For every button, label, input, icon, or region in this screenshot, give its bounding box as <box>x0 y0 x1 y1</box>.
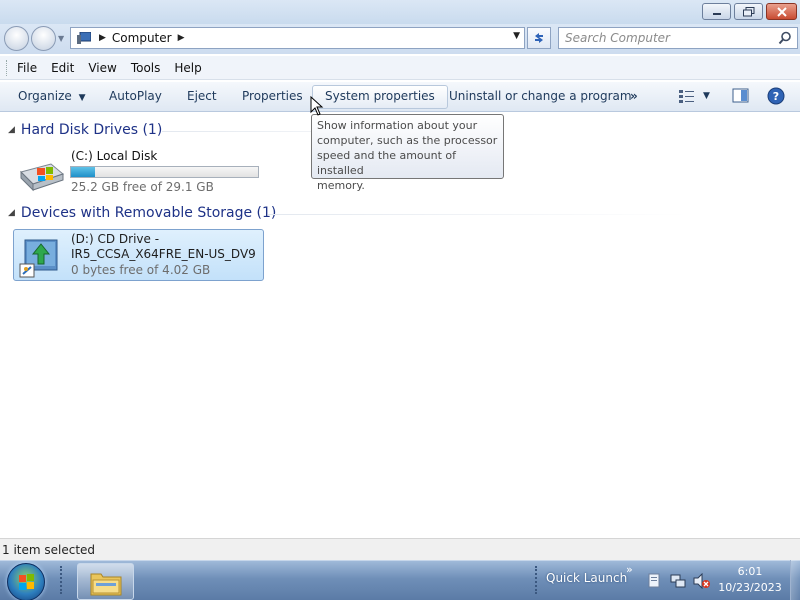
minimize-icon <box>712 12 721 15</box>
svg-text:?: ? <box>773 90 779 103</box>
system-clock[interactable]: 6:01 10/23/2023 <box>715 564 785 596</box>
chevron-down-icon: ▼ <box>78 93 86 103</box>
collapse-triangle-icon[interactable]: ◢ <box>8 208 15 218</box>
eject-button[interactable]: Eject <box>187 82 217 111</box>
group-header-label: Hard Disk Drives (1) <box>20 122 163 138</box>
preview-pane-icon[interactable] <box>732 88 750 104</box>
menu-view[interactable]: View <box>88 61 116 75</box>
address-dropdown-icon[interactable]: ▼ <box>513 31 520 41</box>
refresh-icon <box>535 33 543 43</box>
status-text: 1 item selected <box>2 543 96 557</box>
breadcrumb-computer[interactable]: Computer <box>112 31 172 45</box>
taskbar-grip[interactable] <box>535 566 539 594</box>
system-properties-button[interactable]: System properties <box>312 85 448 109</box>
menu-grip <box>6 59 9 76</box>
forward-button[interactable] <box>31 26 56 51</box>
menu-bar: File Edit View Tools Help <box>0 56 800 80</box>
drive-item-d[interactable]: (D:) CD Drive - IR5_CCSA_X64FRE_EN-US_DV… <box>13 229 264 281</box>
collapse-triangle-icon[interactable]: ◢ <box>8 125 15 135</box>
back-button[interactable] <box>4 26 29 51</box>
menu-tools[interactable]: Tools <box>131 61 161 75</box>
group-hard-disk-drives[interactable]: ◢ Hard Disk Drives (1) <box>8 122 162 138</box>
drive-name: (C:) Local Disk <box>71 149 158 163</box>
network-icon[interactable] <box>670 573 686 589</box>
search-icon[interactable] <box>778 31 792 45</box>
change-view-icon[interactable] <box>678 88 696 104</box>
system-properties-tooltip: Show information about your computer, su… <box>311 114 504 192</box>
recent-pages-dropdown[interactable]: ▼ <box>58 34 68 44</box>
computer-icon <box>77 32 91 44</box>
notification-document-icon[interactable] <box>647 573 661 589</box>
volume-muted-icon[interactable] <box>693 573 711 589</box>
group-divider <box>268 214 688 215</box>
menu-help[interactable]: Help <box>174 61 201 75</box>
help-icon[interactable]: ? <box>767 87 785 105</box>
properties-button[interactable]: Properties <box>242 82 303 111</box>
clock-time: 6:01 <box>737 565 763 578</box>
cd-drive-icon <box>19 239 58 278</box>
autoplay-button[interactable]: AutoPlay <box>109 82 162 111</box>
group-removable-storage[interactable]: ◢ Devices with Removable Storage (1) <box>8 205 276 221</box>
organize-label: Organize <box>18 89 72 103</box>
more-commands-button[interactable]: » <box>630 82 638 111</box>
group-header-label: Devices with Removable Storage (1) <box>20 205 277 221</box>
refresh-button[interactable] <box>527 27 551 49</box>
drive-free-space: 25.2 GB free of 29.1 GB <box>71 180 214 194</box>
minimize-button[interactable] <box>702 3 731 20</box>
clock-date: 10/23/2023 <box>718 581 782 594</box>
menu-file[interactable]: File <box>17 61 37 75</box>
drive-name-line2: IR5_CCSA_X64FRE_EN-US_DV9 <box>71 247 256 261</box>
folder-icon <box>90 573 122 596</box>
search-box[interactable] <box>558 27 798 49</box>
windows-logo-icon <box>19 574 34 590</box>
menu-edit[interactable]: Edit <box>51 61 74 75</box>
hard-disk-icon <box>20 163 65 192</box>
tooltip-line: computer, such as the processor <box>317 134 498 147</box>
command-bar: Organize ▼ AutoPlay Eject Properties Sys… <box>0 82 800 112</box>
show-desktop-button[interactable] <box>790 560 800 600</box>
tooltip-line: Show information about your <box>317 119 478 132</box>
quick-launch-label[interactable]: Quick Launch <box>546 571 627 585</box>
title-bar <box>0 0 800 24</box>
uninstall-program-button[interactable]: Uninstall or change a program <box>449 82 632 111</box>
taskbar-explorer-button[interactable] <box>77 563 134 600</box>
drive-name-line1: (D:) CD Drive - <box>71 232 160 246</box>
tooltip-line: memory. <box>317 179 365 192</box>
restore-button[interactable] <box>734 3 763 20</box>
address-bar[interactable]: ▶ Computer ▶ ▼ <box>70 27 525 49</box>
search-input[interactable] <box>565 28 770 48</box>
breadcrumb-arrow-icon[interactable]: ▶ <box>178 33 185 43</box>
organize-button[interactable]: Organize ▼ <box>18 82 86 111</box>
view-options-dropdown-icon[interactable]: ▼ <box>703 82 710 111</box>
close-icon <box>776 6 787 17</box>
taskbar-grip[interactable] <box>60 566 64 594</box>
quick-launch-chevron[interactable]: » <box>626 563 633 576</box>
tooltip-line: speed and the amount of installed <box>317 149 457 177</box>
start-button[interactable] <box>7 563 45 600</box>
drive-usage-fill <box>71 167 96 177</box>
restore-icon <box>742 6 754 16</box>
close-button[interactable] <box>766 3 797 20</box>
status-bar: 1 item selected <box>0 538 800 560</box>
drive-usage-bar <box>70 166 259 178</box>
breadcrumb-arrow-icon[interactable]: ▶ <box>99 33 106 43</box>
drive-free-space: 0 bytes free of 4.02 GB <box>71 263 211 277</box>
address-row: ▼ ▶ Computer ▶ ▼ <box>0 24 800 54</box>
mouse-cursor-icon <box>310 96 324 116</box>
